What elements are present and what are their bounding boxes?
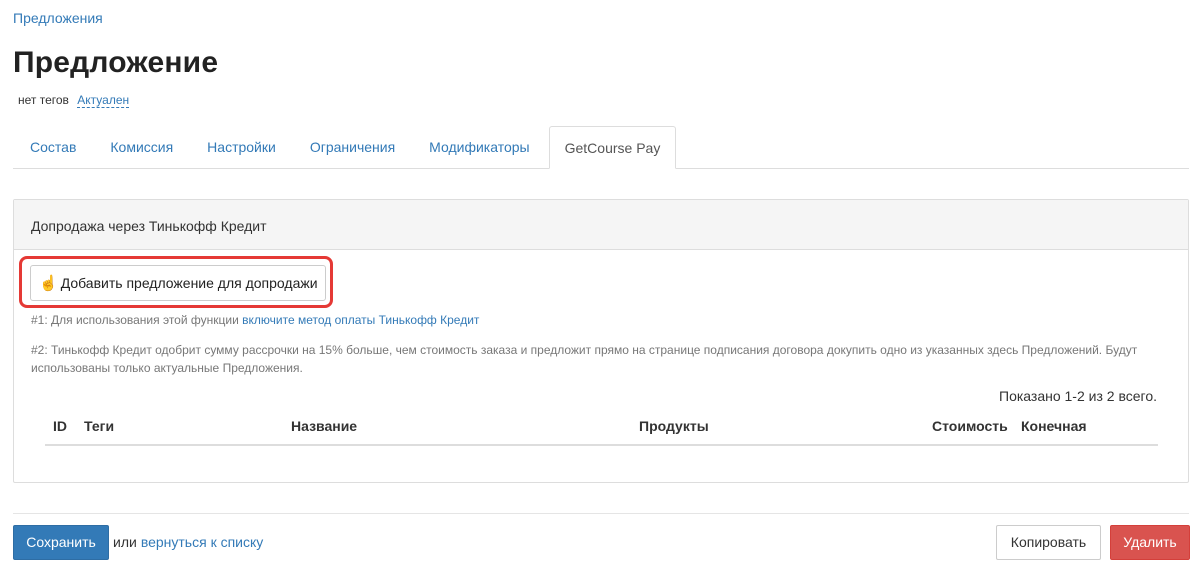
tab-settings[interactable]: Настройки — [190, 126, 293, 169]
note-1-text: #1: Для использования этой функции — [31, 313, 243, 327]
column-tags: Теги — [84, 418, 115, 434]
or-text: или — [113, 534, 137, 550]
column-final: Конечная — [1021, 418, 1087, 434]
footer-or: или вернуться к списку — [113, 534, 263, 550]
tab-restrictions[interactable]: Ограничения — [293, 126, 412, 169]
page-title: Предложение — [13, 46, 219, 79]
offer-meta: нет тегов Актуален — [18, 93, 130, 108]
table-summary: Показано 1-2 из 2 всего. — [999, 388, 1157, 404]
tab-bar: Состав Комиссия Настройки Ограничения Мо… — [13, 126, 1189, 169]
tab-composition[interactable]: Состав — [13, 126, 93, 169]
tags-text: нет тегов — [18, 93, 69, 107]
column-price: Стоимость — [932, 418, 1008, 434]
tab-modifiers[interactable]: Модификаторы — [412, 126, 546, 169]
column-id: ID — [53, 418, 67, 434]
back-to-list-link[interactable]: вернуться к списку — [141, 534, 263, 550]
add-upsell-offer-label: Добавить предложение для допродажи — [60, 275, 318, 291]
note-1: #1: Для использования этой функции включ… — [31, 313, 479, 327]
delete-button[interactable]: Удалить — [1110, 525, 1190, 560]
copy-button[interactable]: Копировать — [996, 525, 1101, 560]
status-toggle[interactable]: Актуален — [77, 93, 130, 108]
panel-heading: Допродажа через Тинькофф Кредит — [14, 200, 1188, 250]
column-name: Название — [291, 418, 358, 434]
table-header: ID Теги Название Продукты Стоимость Коне… — [45, 412, 1158, 446]
save-button[interactable]: Сохранить — [13, 525, 109, 560]
column-products: Продукты — [639, 418, 709, 434]
enable-payment-method-link[interactable]: включите метод оплаты Тинькофф Кредит — [242, 313, 479, 327]
tab-getcourse-pay[interactable]: GetCourse Pay — [548, 126, 677, 169]
breadcrumb-link[interactable]: Предложения — [13, 10, 103, 26]
footer-divider — [13, 513, 1189, 514]
add-upsell-offer-button[interactable]: ☝ Добавить предложение для допродажи — [30, 265, 326, 301]
note-2: #2: Тинькофф Кредит одобрит сумму рассро… — [31, 343, 1138, 375]
upsell-panel: Допродажа через Тинькофф Кредит ☝ Добави… — [13, 199, 1189, 483]
hand-pointer-icon: ☝ — [39, 275, 58, 292]
tab-commission[interactable]: Комиссия — [93, 126, 190, 169]
